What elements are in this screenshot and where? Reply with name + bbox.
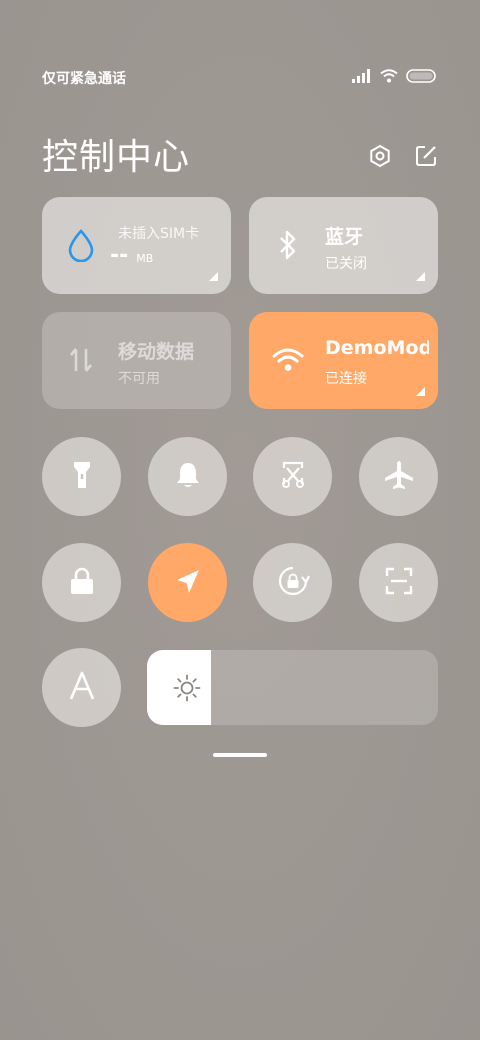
data-usage-label: 未插入SIM卡 <box>118 226 200 242</box>
wifi-icon <box>380 68 398 87</box>
bluetooth-icon <box>271 228 305 262</box>
scissors-icon <box>278 460 308 494</box>
wifi-network-name: DemoMode <box>325 337 429 359</box>
header-actions <box>368 144 438 172</box>
screenshot-toggle[interactable] <box>253 437 332 516</box>
lock-icon <box>69 566 95 600</box>
panel-drag-handle[interactable] <box>213 753 267 757</box>
settings-icon <box>368 144 392 172</box>
wifi-icon <box>271 343 305 377</box>
expand-corner-icon <box>209 272 218 281</box>
data-usage-unit: MB <box>136 252 154 265</box>
scanner-toggle[interactable] <box>359 543 438 622</box>
lock-screen-toggle[interactable] <box>42 543 121 622</box>
edit-icon <box>414 144 438 172</box>
status-bar: 仅可紧急通话 <box>0 60 480 92</box>
flashlight-toggle[interactable] <box>42 437 121 516</box>
edit-button[interactable] <box>414 146 438 170</box>
wifi-tile[interactable]: DemoMode 已连接 <box>249 312 438 409</box>
bluetooth-tile[interactable]: 蓝牙 已关闭 <box>249 197 438 294</box>
bell-icon <box>174 460 202 494</box>
carrier-label: 仅可紧急通话 <box>42 71 126 87</box>
location-arrow-icon <box>174 567 202 599</box>
system-icons <box>352 68 436 87</box>
expand-corner-icon <box>416 387 425 396</box>
signal-icon <box>352 68 372 87</box>
bluetooth-status: 已关闭 <box>325 256 367 272</box>
data-usage-value: -- <box>110 243 129 268</box>
mobile-data-title: 移动数据 <box>118 341 195 363</box>
airplane-mode-toggle[interactable] <box>359 437 438 516</box>
data-arrows-icon <box>64 343 98 377</box>
data-usage-tile[interactable]: 未插入SIM卡 -- MB <box>42 197 231 294</box>
bluetooth-title: 蓝牙 <box>325 226 364 248</box>
rotation-lock-toggle[interactable] <box>253 543 332 622</box>
font-size-toggle[interactable] <box>42 648 121 727</box>
battery-icon <box>406 68 436 87</box>
flashlight-icon <box>71 460 93 494</box>
wifi-status: 已连接 <box>325 371 367 387</box>
scan-icon <box>384 566 414 600</box>
location-toggle[interactable] <box>148 543 227 622</box>
sun-icon <box>173 674 201 702</box>
mobile-data-status: 不可用 <box>118 371 160 387</box>
rotation-lock-icon <box>276 564 310 602</box>
droplet-icon <box>64 228 98 262</box>
mobile-data-tile[interactable]: 移动数据 不可用 <box>42 312 231 409</box>
expand-corner-icon <box>416 272 425 281</box>
ringer-toggle[interactable] <box>148 437 227 516</box>
brightness-slider[interactable] <box>147 650 438 725</box>
letter-a-icon <box>68 671 96 705</box>
airplane-icon <box>383 459 415 495</box>
page-title: 控制中心 <box>42 137 191 178</box>
settings-button[interactable] <box>368 144 392 172</box>
